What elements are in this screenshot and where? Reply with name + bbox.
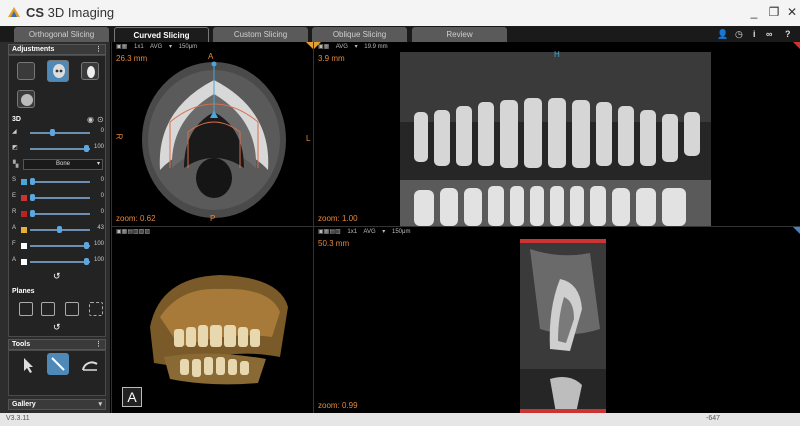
panoramic-thickness[interactable]: 19.9 mm <box>364 44 387 50</box>
layout-icon[interactable]: ▣▦▤▥ <box>318 229 341 235</box>
glasses-icon[interactable]: ∞ <box>766 29 772 39</box>
render-mode-surface-icon[interactable] <box>17 62 35 80</box>
clock-icon[interactable]: ◷ <box>735 29 743 40</box>
maximize-button[interactable]: ❐ <box>766 4 782 20</box>
plane-sagittal-icon[interactable] <box>19 302 33 316</box>
cross-section-viewport[interactable]: ▣▦▤▥ 1x1 AVG ▾ 150μm 50.3 mm zoom: 0.99 <box>314 227 800 413</box>
close-button[interactable]: ✕ <box>784 4 800 20</box>
tab-review[interactable]: Review <box>412 27 507 42</box>
render-mode-xray-icon[interactable] <box>17 90 35 108</box>
mode-label: 3D <box>12 116 21 123</box>
info-icon[interactable]: i <box>753 29 756 39</box>
panoramic-corner-marker-left <box>314 42 321 49</box>
angle-tool-icon[interactable] <box>79 354 101 376</box>
panoramic-zoom: zoom: 1.00 <box>318 214 358 223</box>
eye-icon[interactable]: ◉ <box>87 115 94 124</box>
pointer-tool-icon[interactable] <box>17 354 39 376</box>
color-slider-r[interactable]: R 0 <box>12 209 104 219</box>
axial-label-left: L <box>306 134 311 143</box>
settings-icon[interactable]: ⊙ <box>97 115 104 124</box>
cross-toolbar: ▣▦▤▥ 1x1 AVG ▾ 150μm <box>318 228 415 238</box>
measure-line-tool-icon[interactable] <box>47 353 69 375</box>
color-slider-f[interactable]: F 100 <box>12 241 104 251</box>
panoramic-render-mode[interactable]: AVG ▾ <box>336 44 358 50</box>
preset-icon: ▚ <box>13 161 19 168</box>
layout-icon[interactable]: ▣▦ <box>116 44 127 50</box>
user-icon[interactable]: 👤 <box>717 29 728 40</box>
adjustments-header[interactable]: Adjustments ⋮ <box>8 44 106 55</box>
panoramic-distance: 3.9 mm <box>318 54 345 63</box>
cross-zoom: zoom: 0.99 <box>318 401 358 410</box>
axial-ct-image <box>142 61 286 218</box>
cross-section-image <box>520 239 606 413</box>
status-bar: V3.3.11 -647 <box>0 413 800 426</box>
orientation-cube[interactable]: A <box>122 387 142 407</box>
axial-label-posterior: P <box>210 214 216 223</box>
tools-panel <box>8 350 106 396</box>
left-panel: Adjustments⋮ 3D ◉ ⊙ ◢ 0 ◩ 100 ▚ Bone▾ <box>0 42 110 413</box>
view-tab-bar: Orthogonal Slicing Curved Slicing Custom… <box>0 26 800 42</box>
panoramic-viewport[interactable]: ▣▦ AVG ▾ 19.9 mm 3.9 mm H zoom: 1.00 <box>314 42 800 226</box>
app-title: CS 3D Imaging <box>26 5 115 20</box>
panoramic-xray-image <box>400 52 711 226</box>
preset-dropdown[interactable]: Bone ▾ <box>23 159 103 170</box>
tab-orthogonal-slicing[interactable]: Orthogonal Slicing <box>14 27 109 42</box>
version-label: V3.3.11 <box>6 415 30 422</box>
contrast-slider[interactable]: ◩ 100 <box>12 144 104 154</box>
status-value: -647 <box>706 415 721 422</box>
reset-adjustments-icon[interactable]: ↺ <box>53 271 61 282</box>
brightness-slider[interactable]: ◢ 0 <box>12 128 104 138</box>
cross-corner-marker <box>793 227 800 234</box>
panoramic-toolbar: ▣▦ AVG ▾ 19.9 mm <box>318 43 393 53</box>
volume-3d-render <box>150 275 288 385</box>
tools-header[interactable]: Tools ⋮ <box>8 339 106 350</box>
panoramic-corner-marker-right <box>793 42 800 49</box>
tab-curved-slicing[interactable]: Curved Slicing <box>114 27 209 42</box>
render-mode-mouse-icon[interactable] <box>81 62 99 80</box>
axial-corner-marker <box>306 42 313 49</box>
cross-thickness[interactable]: 150μm <box>392 229 410 235</box>
cross-ratio-button[interactable]: 1x1 <box>347 229 357 235</box>
gallery-header[interactable]: Gallery ▾ <box>8 399 106 410</box>
plane-axial-icon[interactable] <box>65 302 79 316</box>
help-icon[interactable]: ? <box>785 29 791 39</box>
layout-icon[interactable]: ▣▦▤▥▧▨ <box>116 229 150 235</box>
plane-coronal-icon[interactable] <box>41 302 55 316</box>
panoramic-label-head: H <box>554 50 560 59</box>
axial-viewport[interactable]: ▣▦ 1x1 AVG ▾ 150μm 26.3 mm A P R L zoom:… <box>112 42 313 226</box>
volume-3d-viewport[interactable]: ▣▦▤▥▧▨ A <box>112 227 313 413</box>
tab-custom-slicing[interactable]: Custom Slicing <box>213 27 308 42</box>
cross-render-mode[interactable]: AVG ▾ <box>363 229 385 235</box>
render-mode-skull-icon[interactable] <box>47 60 69 82</box>
color-slider-e[interactable]: E 0 <box>12 193 104 203</box>
color-slider-s[interactable]: S 0 <box>12 177 104 187</box>
app-logo-icon <box>8 7 20 17</box>
minimize-button[interactable]: _ <box>746 4 762 20</box>
plane-oblique-icon[interactable] <box>89 302 103 316</box>
axial-label-right: R <box>114 133 124 140</box>
cross-distance: 50.3 mm <box>318 239 350 248</box>
adjustments-panel: 3D ◉ ⊙ ◢ 0 ◩ 100 ▚ Bone ▾ S 0 E 0 R 0 A … <box>8 55 106 337</box>
color-slider-a[interactable]: A 43 <box>12 225 104 235</box>
title-bar: CS 3D Imaging _ ❐ ✕ <box>0 0 800 26</box>
color-slider-opacity[interactable]: A 100 <box>12 257 104 267</box>
axial-label-anterior: A <box>208 52 214 61</box>
reset-planes-icon[interactable]: ↺ <box>53 322 61 333</box>
volume-toolbar: ▣▦▤▥▧▨ <box>116 228 155 238</box>
axial-zoom: zoom: 0.62 <box>116 214 156 223</box>
tab-oblique-slicing[interactable]: Oblique Slicing <box>312 27 407 42</box>
planes-title: Planes <box>12 288 35 295</box>
